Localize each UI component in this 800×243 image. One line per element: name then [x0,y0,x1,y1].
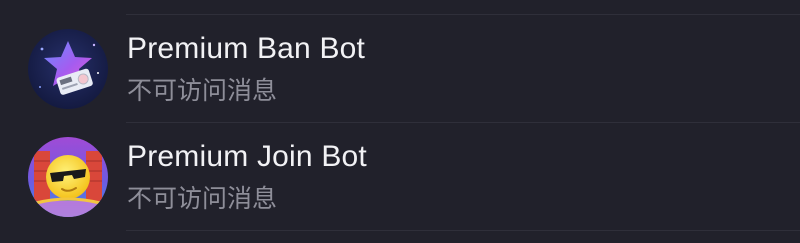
avatar [28,137,108,217]
chat-item-premium-join-bot[interactable]: Premium Join Bot 不可访问消息 [0,123,800,229]
chat-name: Premium Ban Bot [127,32,366,65]
chat-status: 不可访问消息 [127,184,278,213]
premium-star-ticket-icon [28,29,108,109]
avatar [28,29,108,109]
chat-list: Premium Ban Bot 不可访问消息 Premium Join Bot … [0,0,800,243]
chat-status: 不可访问消息 [127,76,278,105]
list-divider [126,230,800,231]
chat-name: Premium Join Bot [127,140,367,173]
chat-item-premium-ban-bot[interactable]: Premium Ban Bot 不可访问消息 [0,15,800,121]
sunglasses-sun-icon [28,137,108,217]
